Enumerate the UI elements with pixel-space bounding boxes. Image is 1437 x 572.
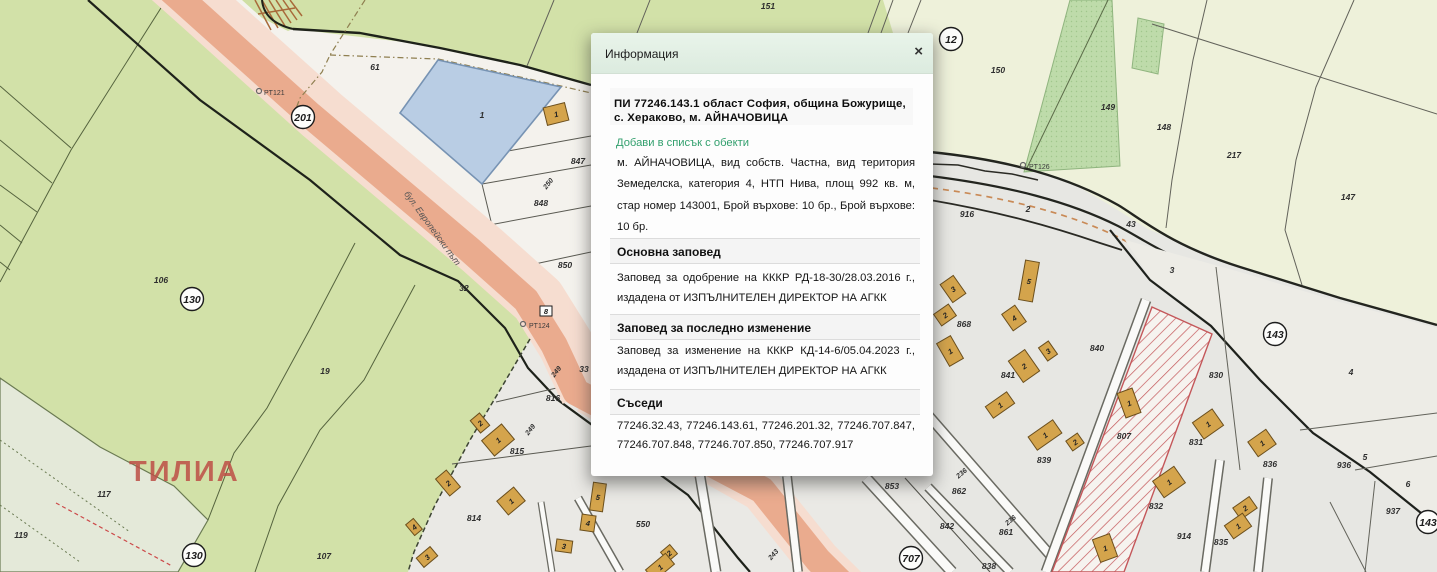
svg-text:6: 6 (1406, 479, 1411, 489)
svg-text:143: 143 (1419, 517, 1437, 529)
svg-text:815: 815 (510, 446, 524, 456)
svg-text:861: 861 (999, 527, 1013, 537)
svg-text:831: 831 (1189, 437, 1203, 447)
svg-text:850: 850 (558, 260, 572, 270)
svg-text:PT124: PT124 (529, 323, 550, 330)
svg-text:3: 3 (1170, 265, 1175, 275)
svg-text:143: 143 (1266, 329, 1284, 341)
svg-text:814: 814 (467, 513, 481, 523)
svg-text:61: 61 (370, 62, 380, 72)
svg-text:1: 1 (480, 110, 485, 120)
svg-text:ТИЛИА: ТИЛИА (129, 456, 240, 488)
svg-text:838: 838 (982, 561, 996, 571)
svg-text:PT126: PT126 (1029, 164, 1050, 171)
svg-text:33: 33 (579, 364, 589, 374)
svg-text:868: 868 (957, 319, 971, 329)
svg-text:853: 853 (885, 481, 899, 491)
svg-text:2: 2 (1025, 204, 1031, 214)
svg-text:842: 842 (940, 521, 954, 531)
svg-text:830: 830 (1209, 370, 1223, 380)
svg-text:130: 130 (185, 550, 203, 562)
svg-text:217: 217 (1226, 150, 1242, 160)
svg-text:937: 937 (1386, 506, 1401, 516)
svg-text:107: 107 (317, 551, 332, 561)
svg-text:106: 106 (154, 275, 168, 285)
svg-text:32: 32 (459, 283, 469, 293)
svg-text:149: 149 (1101, 102, 1115, 112)
svg-text:847: 847 (571, 156, 586, 166)
svg-text:914: 914 (1177, 531, 1191, 541)
svg-text:841: 841 (1001, 370, 1015, 380)
svg-text:117: 117 (97, 489, 112, 499)
svg-text:840: 840 (1090, 343, 1104, 353)
svg-text:848: 848 (534, 198, 548, 208)
svg-text:130: 130 (183, 294, 201, 306)
svg-text:148: 148 (1157, 122, 1171, 132)
svg-text:816: 816 (546, 393, 560, 403)
svg-text:150: 150 (991, 65, 1005, 75)
svg-text:201: 201 (293, 112, 312, 124)
svg-text:862: 862 (952, 486, 966, 496)
svg-text:147: 147 (1341, 192, 1356, 202)
svg-text:550: 550 (636, 519, 650, 529)
svg-text:5: 5 (1363, 452, 1368, 462)
svg-text:832: 832 (1149, 501, 1163, 511)
svg-text:807: 807 (1117, 431, 1132, 441)
svg-text:835: 835 (1214, 537, 1228, 547)
svg-text:707: 707 (902, 553, 921, 565)
svg-text:916: 916 (960, 209, 974, 219)
svg-text:PT121: PT121 (264, 90, 285, 97)
svg-text:119: 119 (14, 530, 28, 540)
svg-text:836: 836 (1263, 459, 1277, 469)
svg-text:4: 4 (1348, 367, 1354, 377)
svg-text:43: 43 (1125, 219, 1136, 229)
svg-text:19: 19 (320, 366, 330, 376)
svg-text:839: 839 (1037, 455, 1051, 465)
svg-text:151: 151 (761, 1, 775, 11)
svg-text:936: 936 (1337, 460, 1351, 470)
svg-text:12: 12 (945, 34, 957, 46)
